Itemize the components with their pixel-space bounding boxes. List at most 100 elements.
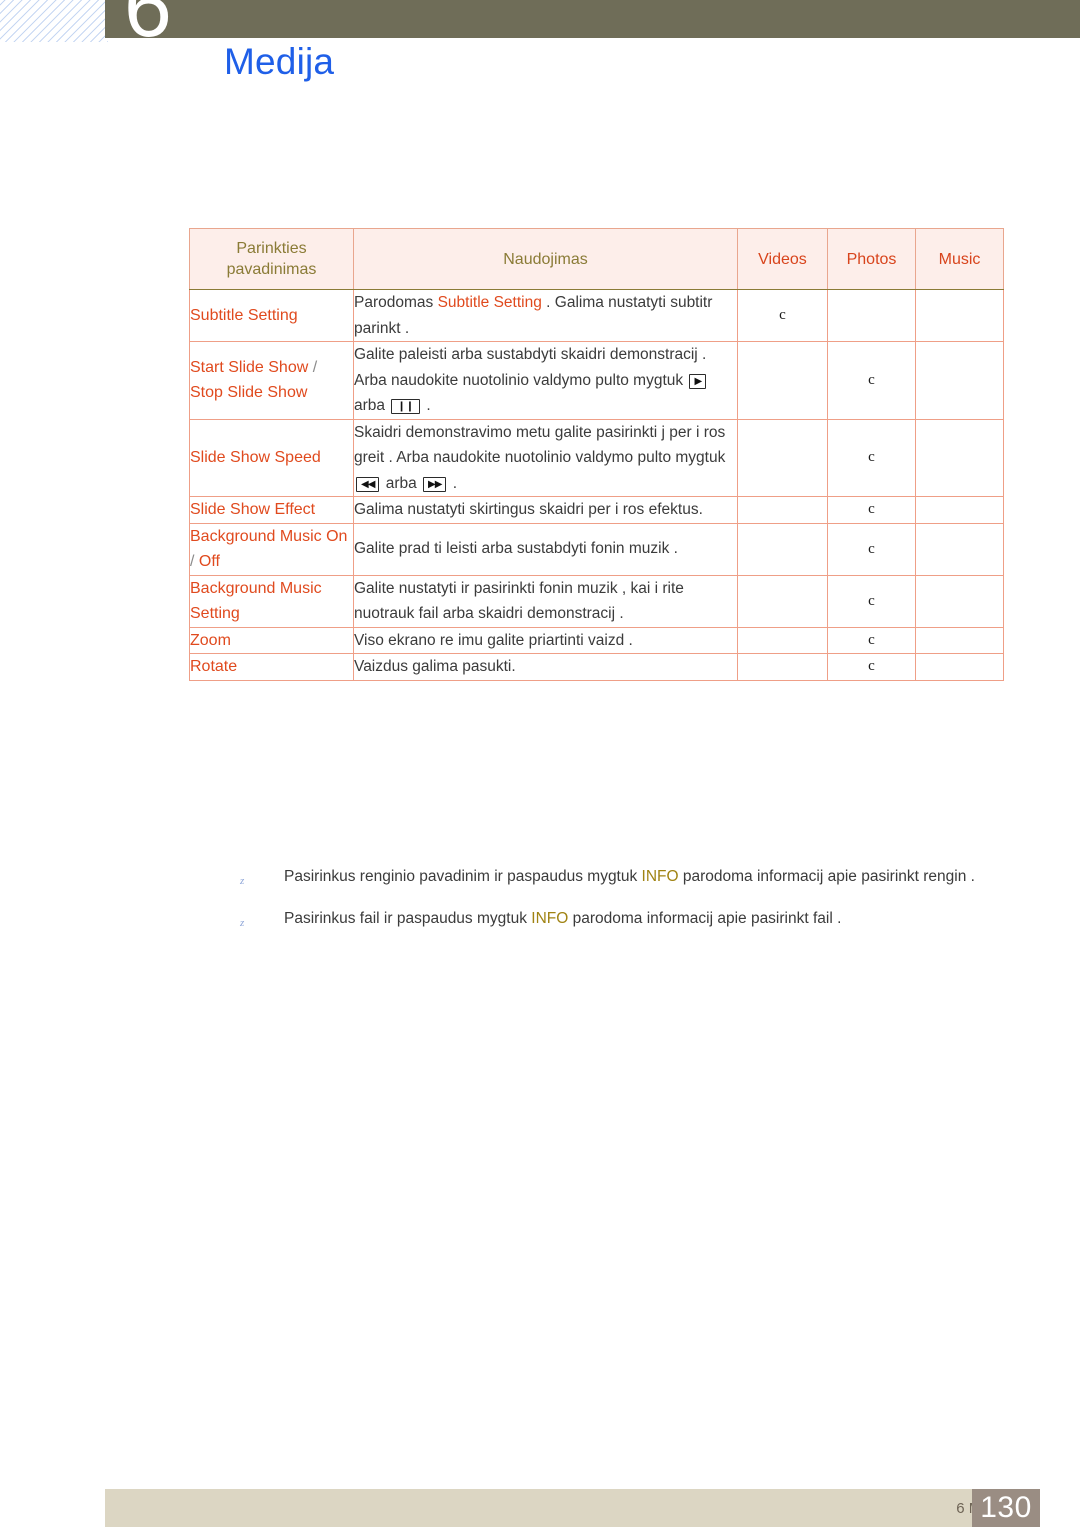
- text-run: .: [448, 474, 458, 492]
- info-button-label: INFO: [641, 868, 679, 885]
- text-run: /: [190, 553, 199, 570]
- text-run: parodoma informacij apie pasirinkt fail …: [568, 910, 842, 927]
- cell-music-mark: [915, 574, 1004, 628]
- cell-usage-description: Galite prad ti leisti arba sustabdyti fo…: [353, 522, 738, 576]
- cell-videos-mark: [737, 341, 828, 420]
- text-run: Galima nustatyti skirtingus skaidri per …: [354, 501, 703, 518]
- option-term: Subtitle Setting: [437, 294, 542, 311]
- cell-music-mark: [915, 653, 1004, 681]
- corner-hatch-decoration: [0, 0, 108, 42]
- cell-music-mark: [915, 522, 1004, 576]
- cell-option-name: Slide Show Effect: [189, 496, 354, 524]
- cell-photos-mark: c: [827, 653, 916, 681]
- text-run: /: [308, 358, 318, 376]
- text-run: arba: [354, 397, 390, 414]
- table-header: Parinkties pavadinimas Naudojimas Videos …: [189, 228, 1004, 290]
- page-title: Medija: [224, 41, 335, 82]
- note-item: z Pasirinkus fail ir paspaudus mygtuk INF…: [236, 906, 1016, 932]
- text-run: .: [422, 397, 431, 414]
- text-run: Skaidri demonstravimo metu galite pasiri…: [354, 423, 726, 467]
- text-run: parodoma informacij apie pasirinkt rengi…: [678, 868, 975, 885]
- info-button-label: INFO: [531, 910, 569, 927]
- option-term: Rotate: [190, 658, 238, 675]
- remote-button-icon: ❙❙: [391, 399, 421, 414]
- footer-bar: [105, 1489, 1040, 1527]
- cell-photos-mark: c: [827, 418, 916, 497]
- cell-usage-description: Parodomas Subtitle Setting . Galima nust…: [353, 289, 738, 342]
- option-term: Start Slide Show: [190, 358, 309, 376]
- cell-option-name: Start Slide Show / Stop Slide Show: [189, 341, 354, 420]
- table-row: Slide Show Speed Skaidri demonstravimo me…: [189, 418, 1004, 497]
- cell-videos-mark: c: [737, 289, 828, 342]
- notes-list: z Pasirinkus renginio pavadinim ir paspau…: [236, 864, 1016, 948]
- cell-option-name: Background Music On / Off: [189, 522, 354, 576]
- option-term: Slide Show Effect: [190, 501, 316, 518]
- table-row: Zoom Viso ekrano re imu galite priartinti…: [189, 626, 1004, 654]
- column-header-option-name-line: Parinkties: [236, 240, 307, 257]
- column-header-videos: Videos: [737, 228, 828, 290]
- table-row: Slide Show Effect Galima nustatyti skirti…: [189, 496, 1004, 524]
- table-body: Subtitle Setting Parodomas Subtitle Setti…: [189, 289, 1004, 681]
- text-run: Galite nustatyti ir pasirinkti fonin muz…: [354, 579, 684, 623]
- cell-videos-mark: [737, 522, 828, 576]
- text-run: Vaizdus galima pasukti.: [354, 658, 516, 675]
- text-run: arba: [381, 474, 422, 492]
- cell-videos-mark: [737, 653, 828, 681]
- column-header-option-name-line: pavadinimas: [226, 261, 317, 278]
- option-term: Stop Slide Show: [190, 384, 308, 402]
- table-row: Subtitle Setting Parodomas Subtitle Setti…: [189, 289, 1004, 342]
- cell-usage-description: Vaizdus galima pasukti.: [353, 653, 738, 681]
- option-term: Slide Show Speed: [190, 449, 321, 466]
- footer-page-number: 130: [972, 1489, 1040, 1527]
- text-run: Pasirinkus renginio pavadinim ir paspaud…: [284, 868, 642, 885]
- cell-music-mark: [915, 496, 1004, 524]
- remote-button-icon: ◀◀: [356, 476, 380, 492]
- text-run: Viso ekrano re imu galite priartinti vai…: [354, 631, 633, 649]
- cell-videos-mark: [737, 496, 828, 524]
- table-row: Start Slide Show / Stop Slide Show Galite…: [189, 341, 1004, 420]
- cell-option-name: Zoom: [189, 626, 354, 654]
- cell-music-mark: [915, 289, 1004, 342]
- cell-usage-description: Viso ekrano re imu galite priartinti vai…: [353, 626, 738, 654]
- column-header-music: Music: [915, 228, 1004, 290]
- cell-music-mark: [915, 341, 1004, 420]
- text-run: Galite prad ti leisti arba sustabdyti fo…: [354, 540, 678, 558]
- table-row: Rotate Vaizdus galima pasukti. c: [189, 653, 1004, 681]
- option-term: Subtitle Setting: [190, 306, 298, 324]
- column-header-option-name: Parinkties pavadinimas: [189, 228, 354, 290]
- cell-photos-mark: c: [827, 522, 916, 576]
- media-options-table: Parinkties pavadinimas Naudojimas Videos …: [189, 228, 1004, 681]
- cell-photos-mark: c: [827, 341, 916, 420]
- cell-option-name: Subtitle Setting: [189, 289, 354, 342]
- cell-usage-description: Galite paleisti arba sustabdyti skaidri …: [353, 341, 738, 420]
- cell-usage-description: Galite nustatyti ir pasirinkti fonin muz…: [353, 574, 738, 628]
- header-bar: [105, 0, 1080, 38]
- text-run: Pasirinkus fail ir paspaudus mygtuk: [284, 910, 532, 927]
- remote-button-icon: ▶: [689, 373, 707, 389]
- cell-usage-description: Galima nustatyti skirtingus skaidri per …: [353, 496, 738, 524]
- option-term: Off: [198, 553, 220, 570]
- table-row: Background Music On / Off Galite prad ti …: [189, 522, 1004, 576]
- cell-option-name: Background Music Setting: [189, 574, 354, 628]
- cell-photos-mark: c: [827, 626, 916, 654]
- cell-videos-mark: [737, 626, 828, 654]
- cell-videos-mark: [737, 418, 828, 497]
- cell-usage-description: Skaidri demonstravimo metu galite pasiri…: [353, 418, 738, 497]
- cell-option-name: Slide Show Speed: [189, 418, 354, 497]
- table-header-row: Parinkties pavadinimas Naudojimas Videos …: [189, 228, 1004, 290]
- note-bullet-icon: z: [240, 917, 245, 929]
- cell-music-mark: [915, 626, 1004, 654]
- cell-music-mark: [915, 418, 1004, 497]
- note-bullet-icon: z: [240, 875, 245, 887]
- cell-photos-mark: c: [827, 496, 916, 524]
- cell-photos-mark: [827, 289, 916, 342]
- note-item: z Pasirinkus renginio pavadinim ir paspau…: [236, 864, 1016, 890]
- column-header-usage: Naudojimas: [353, 228, 738, 290]
- cell-photos-mark: c: [827, 574, 916, 628]
- text-run: Parodomas: [354, 294, 438, 311]
- column-header-photos: Photos: [827, 228, 916, 290]
- remote-button-icon: ▶▶: [423, 476, 447, 492]
- option-term: Zoom: [190, 631, 231, 649]
- cell-videos-mark: [737, 574, 828, 628]
- text-run: Galite paleisti arba sustabdyti skaidri …: [354, 346, 707, 389]
